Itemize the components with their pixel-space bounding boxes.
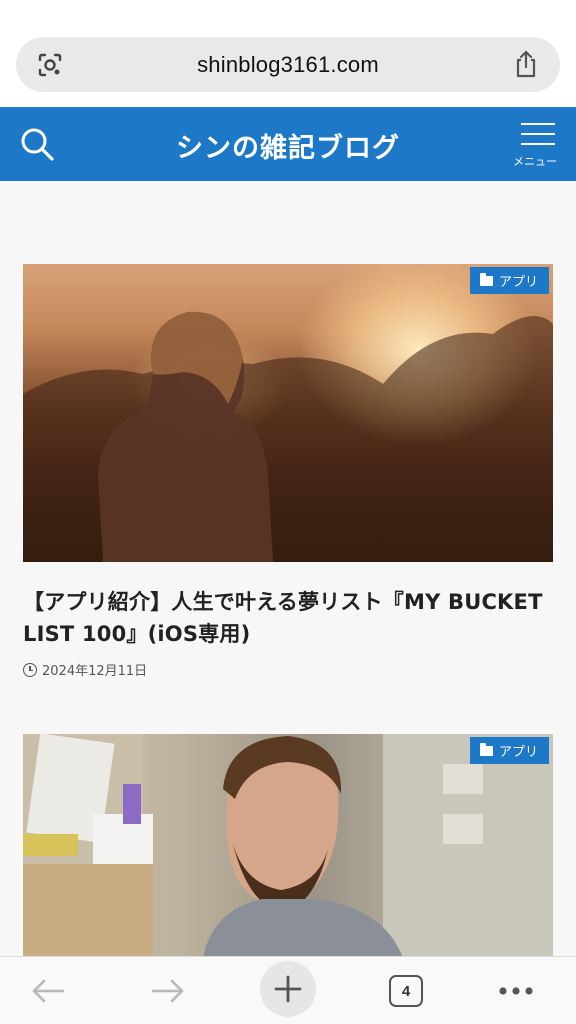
clock-icon (23, 662, 37, 677)
category-label: アプリ (498, 275, 538, 290)
folder-icon (479, 272, 493, 286)
arrow-right-icon (151, 979, 184, 1003)
browser-top-bar: shinblog3161.com (0, 0, 576, 107)
new-tab-button[interactable] (260, 961, 316, 1017)
back-button[interactable] (22, 965, 74, 1017)
post-card[interactable]: アプリ 【アプリ紹介】人生で叶える夢リスト『MY BUCKET LIST 100… (23, 264, 553, 679)
category-label: アプリ (498, 745, 538, 760)
address-bar[interactable]: shinblog3161.com (16, 37, 560, 92)
post-thumbnail[interactable]: アプリ (23, 264, 553, 562)
post-date-text: 2024年12月11日 (42, 664, 148, 679)
hamburger-icon (521, 121, 555, 147)
plus-icon (274, 975, 302, 1003)
site-title[interactable]: シンの雑記ブログ (0, 126, 576, 165)
forward-button[interactable] (142, 965, 194, 1017)
thumbnail-man-at-desk (23, 734, 553, 958)
category-badge[interactable]: アプリ (469, 737, 549, 764)
more-dots-icon (499, 987, 533, 995)
site-header: シンの雑記ブログ メニュー (0, 107, 576, 181)
browser-bottom-toolbar: 4 (0, 956, 576, 1024)
category-badge[interactable]: アプリ (469, 267, 549, 294)
url-text: shinblog3161.com (197, 51, 379, 77)
post-date: 2024年12月11日 (23, 660, 553, 679)
menu-button[interactable]: メニュー (513, 121, 562, 179)
new-tab-circle (260, 961, 316, 1017)
lens-camera-icon[interactable] (36, 51, 64, 79)
share-icon[interactable] (512, 49, 540, 79)
folder-icon (479, 742, 493, 756)
menu-label: メニュー (513, 155, 557, 168)
tab-switcher-button[interactable]: 4 (380, 965, 432, 1017)
more-button[interactable] (490, 965, 542, 1017)
post-thumbnail[interactable]: アプリ (23, 734, 553, 958)
post-card[interactable]: アプリ (23, 734, 553, 958)
tab-count: 4 (389, 975, 423, 1007)
thumbnail-woman-silhouette (23, 311, 553, 562)
arrow-left-icon (32, 979, 65, 1003)
post-title[interactable]: 【アプリ紹介】人生で叶える夢リスト『MY BUCKET LIST 100』(iO… (23, 586, 553, 650)
